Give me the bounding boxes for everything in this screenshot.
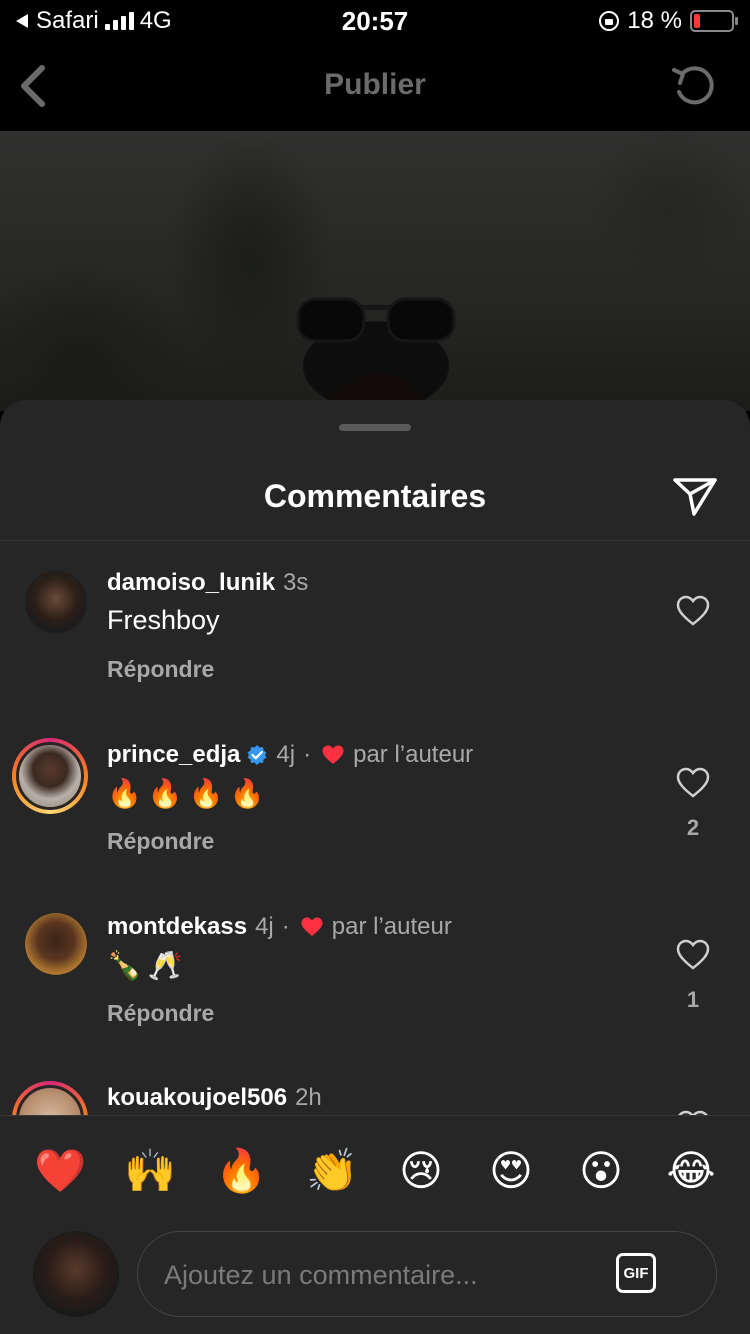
top-nav: Publier	[0, 40, 750, 132]
status-right: 18 %	[599, 7, 738, 35]
page-title: Publier	[324, 68, 426, 101]
avatar-image	[33, 1231, 119, 1317]
avatar	[16, 742, 84, 810]
avatar-image	[25, 571, 87, 633]
heart-filled-icon	[322, 745, 344, 764]
reaction-laughing-emoji[interactable]: 😂	[666, 1146, 716, 1196]
avatar-image	[25, 913, 87, 975]
like-count: 2	[686, 815, 700, 840]
separator-dot: ·	[303, 741, 312, 768]
comment-text: Freshboy	[107, 605, 220, 635]
comment-item: kouakoujoel506 2h	[0, 1081, 750, 1115]
comment-composer: GIF	[0, 1226, 750, 1334]
quick-reactions-bar: ❤️ 🙌 🔥 👏 😢 😍 😮 😂	[0, 1115, 750, 1226]
comment-text: 🔥🔥🔥🔥	[107, 778, 271, 809]
reaction-raised-hands-emoji[interactable]: 🙌	[124, 1146, 176, 1196]
avatar-story-ring[interactable]	[12, 738, 88, 814]
comment-time: 4j	[255, 913, 274, 940]
heart-outline-icon[interactable]	[676, 939, 710, 971]
comments-list[interactable]: damoiso_lunik 3s Freshboy Répondre princ…	[0, 541, 750, 1115]
reaction-surprised-emoji[interactable]: 😮	[576, 1146, 626, 1196]
battery-percent: 18 %	[627, 7, 682, 34]
liked-by-author-label: par l’auteur	[353, 741, 474, 768]
comment-header: damoiso_lunik 3s	[107, 569, 308, 597]
photo-dim-overlay	[0, 131, 750, 411]
heart-filled-icon	[301, 917, 323, 936]
avatar-image	[19, 1088, 81, 1115]
comments-sheet: Commentaires damoiso_lunik 3s Freshboy R…	[0, 400, 750, 1334]
gif-button[interactable]: GIF	[616, 1253, 656, 1293]
comment-time: 4j	[276, 741, 296, 768]
comment-item: prince_edja 4j · par l’auteur 🔥🔥🔥🔥 Répon…	[0, 738, 750, 891]
avatar	[16, 1085, 84, 1115]
sheet-grabber[interactable]	[339, 424, 411, 431]
comment-username[interactable]: damoiso_lunik	[107, 569, 275, 597]
reaction-crying-emoji[interactable]: 😢	[396, 1146, 446, 1196]
like-count: 1	[686, 987, 700, 1012]
reaction-heart-eyes-emoji[interactable]: 😍	[486, 1146, 536, 1196]
reaction-heart-emoji[interactable]: ❤️	[34, 1146, 86, 1196]
rotation-lock-icon	[599, 11, 620, 31]
avatar-story-ring[interactable]	[12, 1081, 88, 1115]
avatar[interactable]	[25, 913, 87, 975]
heart-outline-icon[interactable]	[676, 767, 710, 799]
undo-icon[interactable]	[670, 60, 720, 110]
post-photo	[0, 131, 750, 411]
status-bar: Safari 4G 20:57 18 %	[0, 0, 750, 40]
verified-badge-icon	[247, 745, 267, 765]
comment-time: 3s	[283, 569, 309, 596]
comment-header: montdekass 4j · par l’auteur	[107, 913, 452, 941]
comment-username[interactable]: montdekass	[107, 913, 247, 941]
comment-time: 2h	[295, 1084, 322, 1111]
reply-button[interactable]: Répondre	[107, 828, 214, 855]
avatar[interactable]	[25, 571, 87, 633]
comment-field[interactable]: GIF	[137, 1231, 717, 1318]
comment-item: montdekass 4j · par l’auteur 🍾🥂 Répondre…	[0, 913, 750, 1063]
battery-icon	[690, 10, 738, 32]
separator-dot: ·	[281, 913, 290, 940]
liked-by-author-label: par l’auteur	[331, 913, 452, 940]
comment-username[interactable]: prince_edja	[107, 741, 240, 769]
reaction-fire-emoji[interactable]: 🔥	[215, 1146, 267, 1196]
comment-username[interactable]: kouakoujoel506	[107, 1084, 287, 1112]
comment-text: 🍾🥂	[107, 950, 189, 981]
avatar-image	[19, 745, 81, 807]
heart-outline-icon[interactable]	[676, 595, 710, 627]
reply-button[interactable]: Répondre	[107, 1000, 214, 1027]
comment-header: kouakoujoel506 2h	[107, 1084, 322, 1112]
reply-button[interactable]: Répondre	[107, 656, 214, 683]
comment-header: prince_edja 4j · par l’auteur	[107, 741, 473, 769]
paper-plane-icon[interactable]	[672, 472, 718, 518]
battery-fill	[694, 14, 700, 28]
comment-item: damoiso_lunik 3s Freshboy Répondre	[0, 569, 750, 719]
reaction-clap-emoji[interactable]: 👏	[306, 1146, 358, 1196]
sheet-title: Commentaires	[263, 478, 487, 514]
comment-input[interactable]	[162, 1232, 596, 1318]
current-user-avatar	[33, 1231, 119, 1317]
